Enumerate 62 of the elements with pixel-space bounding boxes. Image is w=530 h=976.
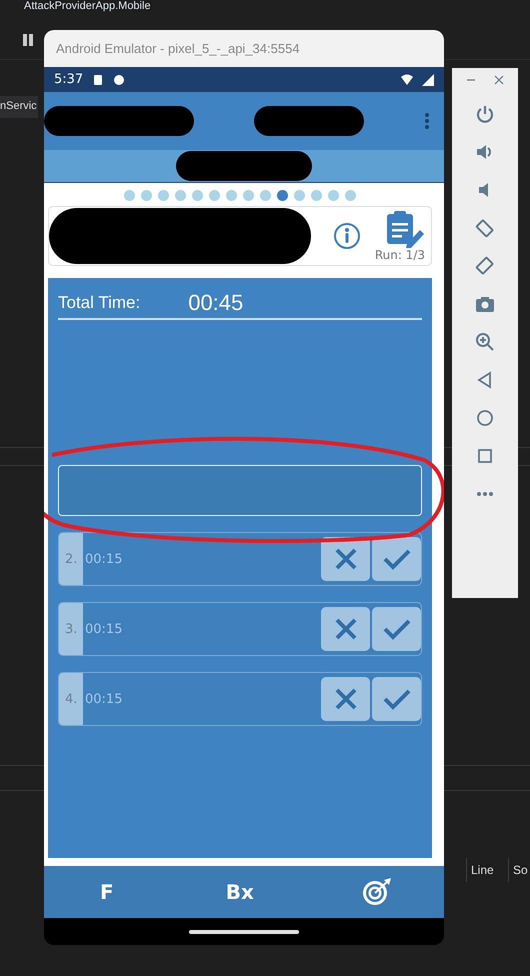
overview-icon[interactable] xyxy=(475,446,495,466)
page-dot[interactable] xyxy=(141,190,152,201)
column-header[interactable]: So xyxy=(508,858,530,882)
target-icon[interactable] xyxy=(362,878,392,906)
page-dot[interactable] xyxy=(209,190,220,201)
page-dot[interactable] xyxy=(124,190,135,201)
total-time-value: 00:45 xyxy=(188,290,244,316)
accept-button[interactable] xyxy=(372,607,421,651)
zoom-icon[interactable] xyxy=(475,332,495,352)
window-title: Android Emulator - pixel_5_-_api_34:5554 xyxy=(44,30,444,67)
check-icon xyxy=(382,617,410,641)
reject-button[interactable] xyxy=(321,607,370,651)
ide-title: AttackProviderApp.Mobile xyxy=(24,0,151,12)
close-icon xyxy=(334,687,358,711)
page-dot[interactable] xyxy=(175,190,186,201)
close-icon xyxy=(334,547,358,571)
camera-icon[interactable] xyxy=(475,294,495,314)
check-icon xyxy=(382,547,410,571)
document-tab[interactable]: nServic xyxy=(0,96,38,118)
notification-icon xyxy=(113,74,126,86)
reject-button[interactable] xyxy=(321,677,370,721)
interval-number: 4. xyxy=(59,673,83,725)
notification-icon xyxy=(92,74,104,86)
check-icon xyxy=(382,687,410,711)
info-icon[interactable] xyxy=(332,222,361,250)
page-dot[interactable] xyxy=(192,190,203,201)
nav-tab[interactable]: F xyxy=(96,880,118,904)
accept-button[interactable] xyxy=(372,537,421,581)
interval-time: 00:15 xyxy=(85,552,122,566)
run-counter: Run: 1/3 xyxy=(374,248,425,262)
pause-icon[interactable] xyxy=(20,32,36,48)
interval-time: 00:15 xyxy=(85,622,122,636)
signal-icon xyxy=(422,74,434,86)
page-dot[interactable] xyxy=(260,190,271,201)
close-icon xyxy=(334,617,358,641)
home-icon[interactable] xyxy=(475,408,495,428)
total-time-label: Total Time: xyxy=(58,293,140,313)
menu-icon[interactable] xyxy=(424,112,430,130)
reject-button[interactable] xyxy=(321,537,370,581)
rotate-right-icon[interactable] xyxy=(475,256,495,276)
interval-number: 3. xyxy=(59,603,83,655)
interval-time: 00:15 xyxy=(85,692,122,706)
page-dot[interactable] xyxy=(328,190,339,201)
close-icon[interactable] xyxy=(493,74,505,86)
page-dot[interactable] xyxy=(277,190,288,201)
page-dot[interactable] xyxy=(243,190,254,201)
home-handle[interactable] xyxy=(189,930,299,934)
status-time: 5:37 xyxy=(54,72,84,87)
column-header[interactable]: Line xyxy=(466,858,498,882)
accept-button[interactable] xyxy=(372,677,421,721)
page-dot[interactable] xyxy=(158,190,169,201)
wifi-icon xyxy=(401,74,413,86)
input-field[interactable] xyxy=(58,465,422,516)
rotate-left-icon[interactable] xyxy=(475,218,495,238)
page-dot[interactable] xyxy=(294,190,305,201)
clipboard-edit-icon[interactable] xyxy=(385,210,425,248)
power-icon[interactable] xyxy=(475,104,495,124)
page-dot[interactable] xyxy=(311,190,322,201)
interval-number: 2. xyxy=(59,533,83,585)
page-dot[interactable] xyxy=(345,190,356,201)
page-dot[interactable] xyxy=(226,190,237,201)
nav-tab[interactable]: Bx xyxy=(222,880,258,904)
